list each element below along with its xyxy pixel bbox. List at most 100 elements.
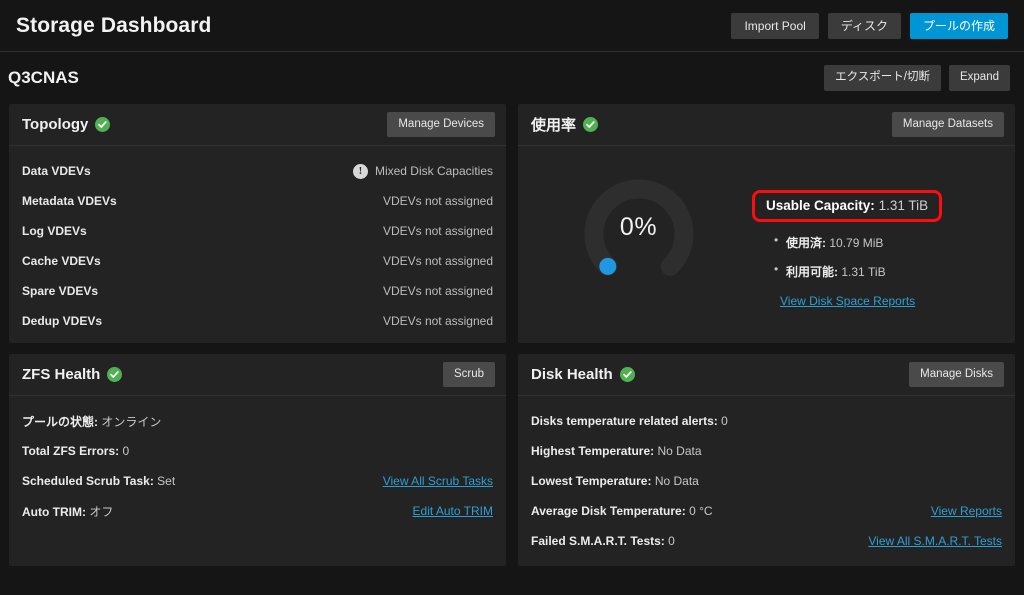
row-value: 0 bbox=[122, 444, 130, 458]
row-label: Failed S.M.A.R.T. Tests: bbox=[531, 534, 665, 548]
export-disconnect-button[interactable]: エクスポート/切断 bbox=[824, 65, 941, 91]
usable-capacity-highlight: Usable Capacity: 1.31 TiB bbox=[752, 190, 943, 222]
row-value: VDEVs not assigned bbox=[382, 224, 493, 238]
disk-row-failed-smart: Failed S.M.A.R.T. Tests: 0 View All S.M.… bbox=[531, 526, 1002, 556]
disk-row-average-temp: Average Disk Temperature: 0 °C View Repo… bbox=[531, 496, 1002, 526]
row-label-group: プールの状態: オンライン bbox=[22, 413, 161, 430]
disk-health-card-body: Disks temperature related alerts: 0 High… bbox=[518, 396, 1015, 566]
topology-row-data-vdevs: Data VDEVs ! Mixed Disk Capacities bbox=[22, 156, 493, 186]
check-circle-icon bbox=[619, 367, 635, 382]
zfs-row-pool-status: プールの状態: オンライン bbox=[22, 406, 493, 436]
row-label: Data VDEVs bbox=[22, 164, 91, 178]
row-label: Spare VDEVs bbox=[22, 284, 99, 298]
row-label: Scheduled Scrub Task: bbox=[22, 474, 154, 488]
zfs-row-scheduled-scrub: Scheduled Scrub Task: Set View All Scrub… bbox=[22, 466, 493, 496]
view-all-smart-tests-link[interactable]: View All S.M.A.R.T. Tests bbox=[868, 534, 1002, 548]
scrub-button[interactable]: Scrub bbox=[442, 361, 495, 388]
row-label: Metadata VDEVs bbox=[22, 194, 117, 208]
row-value: Set bbox=[157, 474, 176, 488]
topology-card-header: Topology Manage Devices bbox=[9, 104, 506, 146]
pool-header: Q3CNAS エクスポート/切断 Expand bbox=[0, 52, 1024, 104]
row-label: プールの状態: bbox=[22, 414, 98, 429]
zfs-health-card-body: プールの状態: オンライン Total ZFS Errors: 0 Schedu… bbox=[9, 396, 506, 566]
page-title: Storage Dashboard bbox=[16, 13, 212, 37]
row-label: Highest Temperature: bbox=[531, 444, 655, 458]
row-value: No Data bbox=[657, 444, 702, 458]
row-label-group: Scheduled Scrub Task: Set bbox=[22, 474, 175, 488]
row-value: VDEVs not assigned bbox=[382, 254, 493, 268]
row-label: Disks temperature related alerts: bbox=[531, 414, 718, 428]
usage-card-body: 0% Usable Capacity: 1.31 TiB 使用済: 10.79 … bbox=[518, 146, 1015, 343]
row-label-group: Total ZFS Errors: 0 bbox=[22, 444, 129, 458]
pool-actions: エクスポート/切断 Expand bbox=[824, 65, 1010, 91]
row-value: VDEVs not assigned bbox=[382, 314, 493, 328]
list-item-available: 利用可能: 1.31 TiB bbox=[774, 262, 1002, 280]
topology-card: Topology Manage Devices Data VDEVs ! Mix… bbox=[9, 104, 506, 343]
row-value: Mixed Disk Capacities bbox=[374, 164, 493, 178]
row-label: Average Disk Temperature: bbox=[531, 504, 686, 518]
zfs-health-title-group: ZFS Health bbox=[22, 366, 123, 383]
row-label-group: Lowest Temperature: No Data bbox=[531, 474, 699, 488]
row-label: Log VDEVs bbox=[22, 224, 87, 238]
zfs-row-total-errors: Total ZFS Errors: 0 bbox=[22, 436, 493, 466]
create-pool-button[interactable]: プールの作成 bbox=[909, 12, 1008, 39]
used-value: 10.79 MiB bbox=[829, 236, 884, 250]
row-label: Cache VDEVs bbox=[22, 254, 101, 268]
gauge-percent-label: 0% bbox=[619, 212, 658, 241]
view-disk-space-reports-link[interactable]: View Disk Space Reports bbox=[780, 294, 915, 308]
disk-health-title: Disk Health bbox=[531, 366, 613, 383]
topology-row-log-vdevs: Log VDEVs VDEVs not assigned bbox=[22, 216, 493, 246]
list-item-used: 使用済: 10.79 MiB bbox=[774, 233, 1002, 251]
row-value: 0 bbox=[721, 414, 728, 428]
zfs-health-title: ZFS Health bbox=[22, 366, 101, 383]
row-label-group: Disks temperature related alerts: 0 bbox=[531, 414, 728, 428]
check-circle-icon bbox=[95, 117, 111, 132]
check-circle-icon bbox=[107, 367, 123, 382]
row-label: Auto TRIM: bbox=[22, 504, 86, 519]
view-reports-link[interactable]: View Reports bbox=[931, 504, 1002, 518]
topology-row-dedup-vdevs: Dedup VDEVs VDEVs not assigned bbox=[22, 306, 493, 336]
disks-button[interactable]: ディスク bbox=[827, 12, 901, 39]
row-label-group: Average Disk Temperature: 0 °C bbox=[531, 504, 713, 518]
zfs-health-card: ZFS Health Scrub プールの状態: オンライン Total ZFS… bbox=[9, 354, 506, 566]
warning-icon: ! bbox=[352, 163, 368, 179]
usage-title: 使用率 bbox=[531, 117, 577, 134]
manage-devices-button[interactable]: Manage Devices bbox=[387, 111, 495, 138]
topology-title: Topology bbox=[22, 116, 89, 133]
row-value: VDEVs not assigned bbox=[382, 194, 493, 208]
usable-capacity-label: Usable Capacity: bbox=[766, 198, 875, 213]
expand-button[interactable]: Expand bbox=[948, 65, 1010, 91]
used-label: 使用済: bbox=[786, 236, 826, 250]
topology-row-cache-vdevs: Cache VDEVs VDEVs not assigned bbox=[22, 246, 493, 276]
view-all-scrub-tasks-link[interactable]: View All Scrub Tasks bbox=[383, 474, 493, 488]
row-value-group: ! Mixed Disk Capacities bbox=[352, 163, 493, 179]
row-label: Lowest Temperature: bbox=[531, 474, 652, 488]
disk-health-card: Disk Health Manage Disks Disks temperatu… bbox=[518, 354, 1015, 566]
topology-row-spare-vdevs: Spare VDEVs VDEVs not assigned bbox=[22, 276, 493, 306]
row-label: Dedup VDEVs bbox=[22, 314, 103, 328]
row-value: No Data bbox=[654, 474, 699, 488]
row-label-group: Auto TRIM: オフ bbox=[22, 503, 113, 520]
disk-row-lowest-temp: Lowest Temperature: No Data bbox=[531, 466, 1002, 496]
disk-health-title-group: Disk Health bbox=[531, 366, 635, 383]
available-label: 利用可能: bbox=[786, 265, 838, 279]
row-label-group: Highest Temperature: No Data bbox=[531, 444, 702, 458]
row-label-group: Failed S.M.A.R.T. Tests: 0 bbox=[531, 534, 675, 548]
pool-name: Q3CNAS bbox=[8, 68, 79, 87]
edit-auto-trim-link[interactable]: Edit Auto TRIM bbox=[413, 504, 493, 518]
available-value: 1.31 TiB bbox=[841, 265, 886, 279]
row-value: 0 °C bbox=[689, 504, 713, 518]
manage-datasets-button[interactable]: Manage Datasets bbox=[891, 111, 1004, 138]
topology-row-metadata-vdevs: Metadata VDEVs VDEVs not assigned bbox=[22, 186, 493, 216]
usage-gauge: 0% bbox=[578, 166, 700, 288]
storage-dashboard-page: Storage Dashboard Import Pool ディスク プールの作… bbox=[0, 0, 1024, 595]
import-pool-button[interactable]: Import Pool bbox=[731, 12, 819, 39]
topology-card-body: Data VDEVs ! Mixed Disk Capacities Metad… bbox=[9, 146, 506, 343]
usage-info-column: Usable Capacity: 1.31 TiB 使用済: 10.79 MiB… bbox=[746, 160, 1002, 310]
disk-row-temp-alerts: Disks temperature related alerts: 0 bbox=[531, 406, 1002, 436]
usage-gauge-column: 0% bbox=[531, 160, 746, 288]
zfs-health-card-header: ZFS Health Scrub bbox=[9, 354, 506, 396]
usage-title-group: 使用率 bbox=[531, 114, 599, 135]
manage-disks-button[interactable]: Manage Disks bbox=[909, 361, 1004, 388]
zfs-row-auto-trim: Auto TRIM: オフ Edit Auto TRIM bbox=[22, 496, 493, 526]
